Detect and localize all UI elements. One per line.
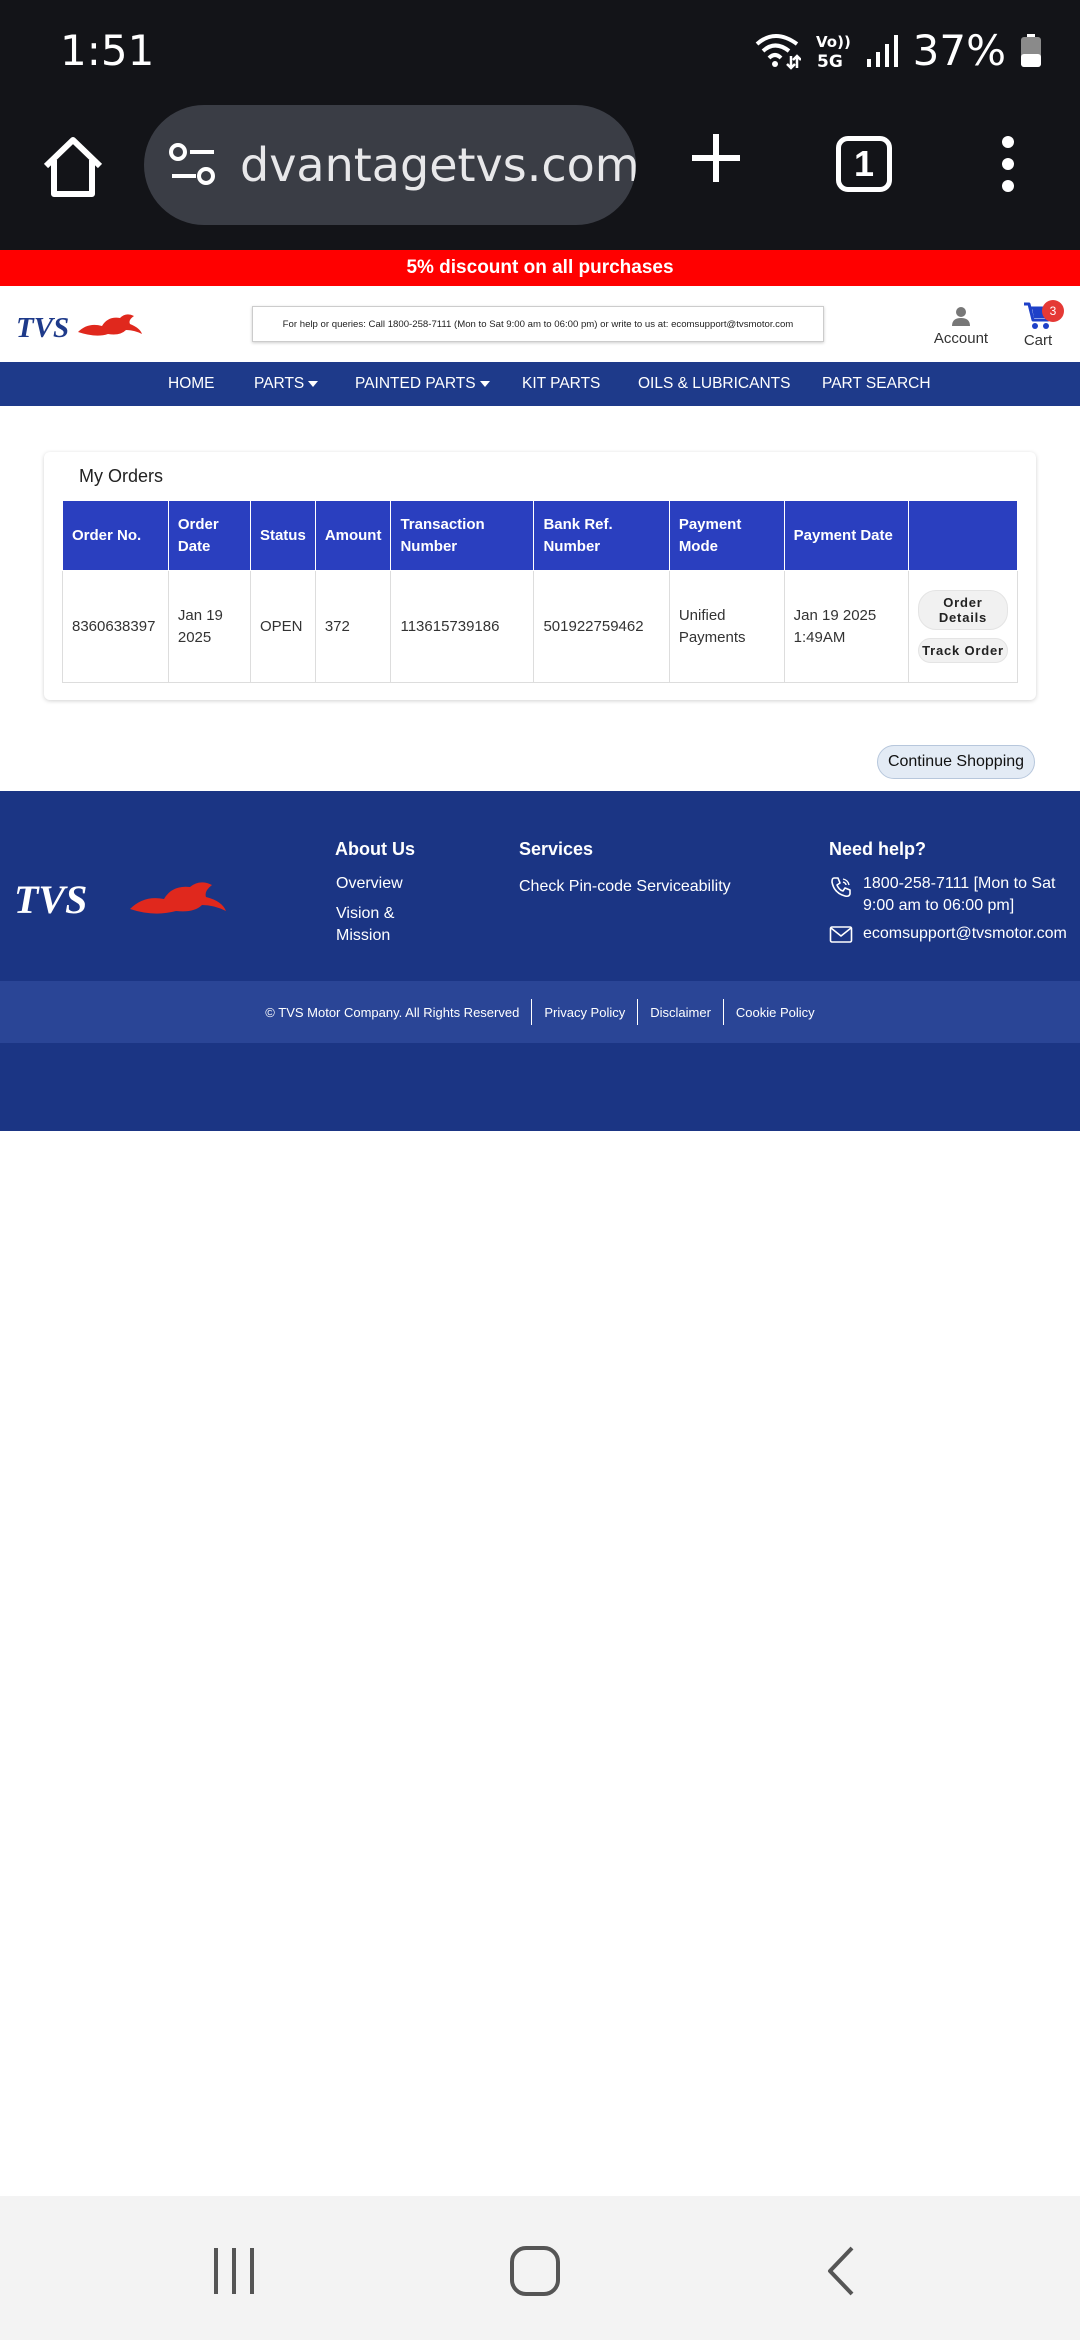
help-info-box: For help or queries: Call 1800-258-7111 … — [252, 306, 824, 342]
tvs-logo[interactable]: TVS — [16, 304, 144, 344]
bank-ref-cell: 501922759462 — [533, 570, 670, 683]
continue-shopping-button[interactable]: Continue Shopping — [877, 745, 1035, 779]
col-status: Status — [249, 500, 316, 571]
more-menu-icon[interactable] — [996, 136, 1020, 192]
footer-link-pincode[interactable]: Check Pin-code Serviceability — [519, 876, 731, 898]
status-cell: OPEN — [249, 570, 316, 683]
col-order-date: Order Date — [167, 500, 251, 571]
orders-title: My Orders — [79, 466, 164, 486]
site-header: TVS For help or queries: Call 1800-258-7… — [0, 286, 1080, 362]
col-order-no: Order No. — [62, 500, 169, 571]
copyright-text: © TVS Motor Company. All Rights Reserved — [265, 1004, 520, 1020]
home-nav-icon[interactable] — [505, 2246, 565, 2296]
nav-home[interactable]: HOME — [168, 362, 215, 406]
table-row: 8360638397 Jan 19 2025 OPEN 372 11361573… — [62, 570, 1019, 683]
account-icon — [952, 307, 970, 326]
new-tab-icon[interactable] — [688, 130, 744, 186]
account-label: Account — [933, 330, 989, 347]
help-phone-text: 1800-258-7111 [Mon to Sat 9:00 am to 06:… — [863, 875, 1056, 914]
col-bank-ref: Bank Ref. Number — [533, 500, 670, 571]
wifi-icon — [755, 33, 801, 70]
signal-icon — [866, 34, 898, 67]
url-text[interactable]: dvantagetvs.com — [240, 138, 636, 192]
payment-date-cell: Jan 19 2025 1:49AM — [783, 570, 909, 683]
order-date-cell: Jan 19 2025 — [167, 570, 251, 683]
browser-toolbar: dvantagetvs.com 1 — [0, 100, 1080, 250]
chevron-down-icon — [308, 381, 319, 387]
disclaimer-link[interactable]: Disclaimer — [638, 1005, 723, 1020]
status-icons: Vo)) 5G 37% — [753, 26, 1042, 75]
svg-text:5G: 5G — [817, 52, 843, 71]
tab-switcher-button[interactable]: 1 — [836, 136, 892, 192]
status-bar: 1:51 Vo)) 5G 37% — [0, 0, 1080, 100]
back-icon[interactable] — [810, 2246, 870, 2296]
orders-table: Order No. Order Date Status Amount Trans… — [62, 500, 1019, 683]
help-email-text: ecomsupport@tvsmotor.com — [863, 925, 1067, 942]
footer-link-overview[interactable]: Overview — [336, 873, 403, 895]
need-help-title: Need help? — [829, 839, 927, 859]
col-amount: Amount — [314, 500, 392, 571]
cart-button[interactable]: 3 Cart — [1016, 300, 1064, 349]
cookie-policy-link[interactable]: Cookie Policy — [724, 1005, 827, 1020]
transaction-number-cell: 113615739186 — [390, 570, 535, 683]
phone-icon — [831, 877, 851, 898]
footer-bottom-bar: © TVS Motor Company. All Rights Reserved… — [0, 981, 1080, 1043]
payment-mode-cell: Unified Payments — [668, 570, 785, 683]
tvs-footer-logo[interactable]: TVS — [14, 871, 230, 921]
footer: TVS About Us Overview Vision & Mission S… — [0, 791, 1080, 1131]
nav-part-search[interactable]: PART SEARCH — [822, 362, 931, 406]
svg-text:Vo)): Vo)) — [816, 33, 851, 51]
site-settings-icon[interactable] — [166, 138, 220, 192]
cart-count-badge: 3 — [1042, 300, 1064, 322]
privacy-policy-link[interactable]: Privacy Policy — [532, 1005, 637, 1020]
amount-cell: 372 — [314, 570, 392, 683]
order-no-cell: 8360638397 — [62, 570, 169, 683]
footer-link-vision-mission[interactable]: Vision & Mission — [336, 903, 416, 947]
address-bar[interactable]: dvantagetvs.com — [144, 105, 636, 225]
main-nav: HOME PARTS PAINTED PARTS KIT PARTS OILS … — [0, 362, 1080, 406]
col-actions — [907, 500, 1019, 571]
status-time: 1:51 — [60, 26, 155, 75]
account-button[interactable]: Account — [930, 306, 992, 347]
battery-icon — [1021, 33, 1041, 67]
nav-kit-parts[interactable]: KIT PARTS — [522, 362, 600, 406]
col-payment-mode: Payment Mode — [668, 500, 785, 571]
order-details-button[interactable]: Order Details — [917, 590, 1008, 630]
cart-label: Cart — [1023, 332, 1053, 349]
logo-text: TVS — [16, 312, 69, 344]
col-transaction-number: Transaction Number — [390, 500, 535, 571]
volte-5g-icon: Vo)) 5G — [816, 33, 851, 71]
promo-banner: 5% discount on all purchases — [0, 250, 1080, 286]
battery-percent: 37% — [912, 26, 1006, 75]
home-icon[interactable] — [38, 132, 108, 202]
chevron-down-icon — [479, 381, 490, 387]
help-email-row[interactable]: ecomsupport@tvsmotor.com — [829, 923, 1069, 945]
orders-card: My Orders Order No. Order Date Status Am… — [44, 452, 1036, 700]
system-nav-bar — [0, 2196, 1080, 2340]
mail-icon — [829, 926, 853, 943]
about-us-title: About Us — [335, 839, 415, 859]
footer-logo-text: TVS — [14, 877, 87, 921]
recent-apps-icon[interactable] — [204, 2246, 264, 2296]
track-order-button[interactable]: Track Order — [917, 638, 1008, 663]
services-title: Services — [519, 839, 594, 859]
table-header-row: Order No. Order Date Status Amount Trans… — [62, 500, 1019, 571]
col-payment-date: Payment Date — [783, 500, 909, 571]
help-phone-row[interactable]: 1800-258-7111 [Mon to Sat 9:00 am to 06:… — [829, 873, 1069, 917]
nav-parts[interactable]: PARTS — [254, 362, 319, 406]
nav-oils-lubricants[interactable]: OILS & LUBRICANTS — [638, 362, 790, 406]
nav-painted-parts[interactable]: PAINTED PARTS — [355, 362, 490, 406]
actions-cell: Order Details Track Order — [907, 570, 1019, 683]
